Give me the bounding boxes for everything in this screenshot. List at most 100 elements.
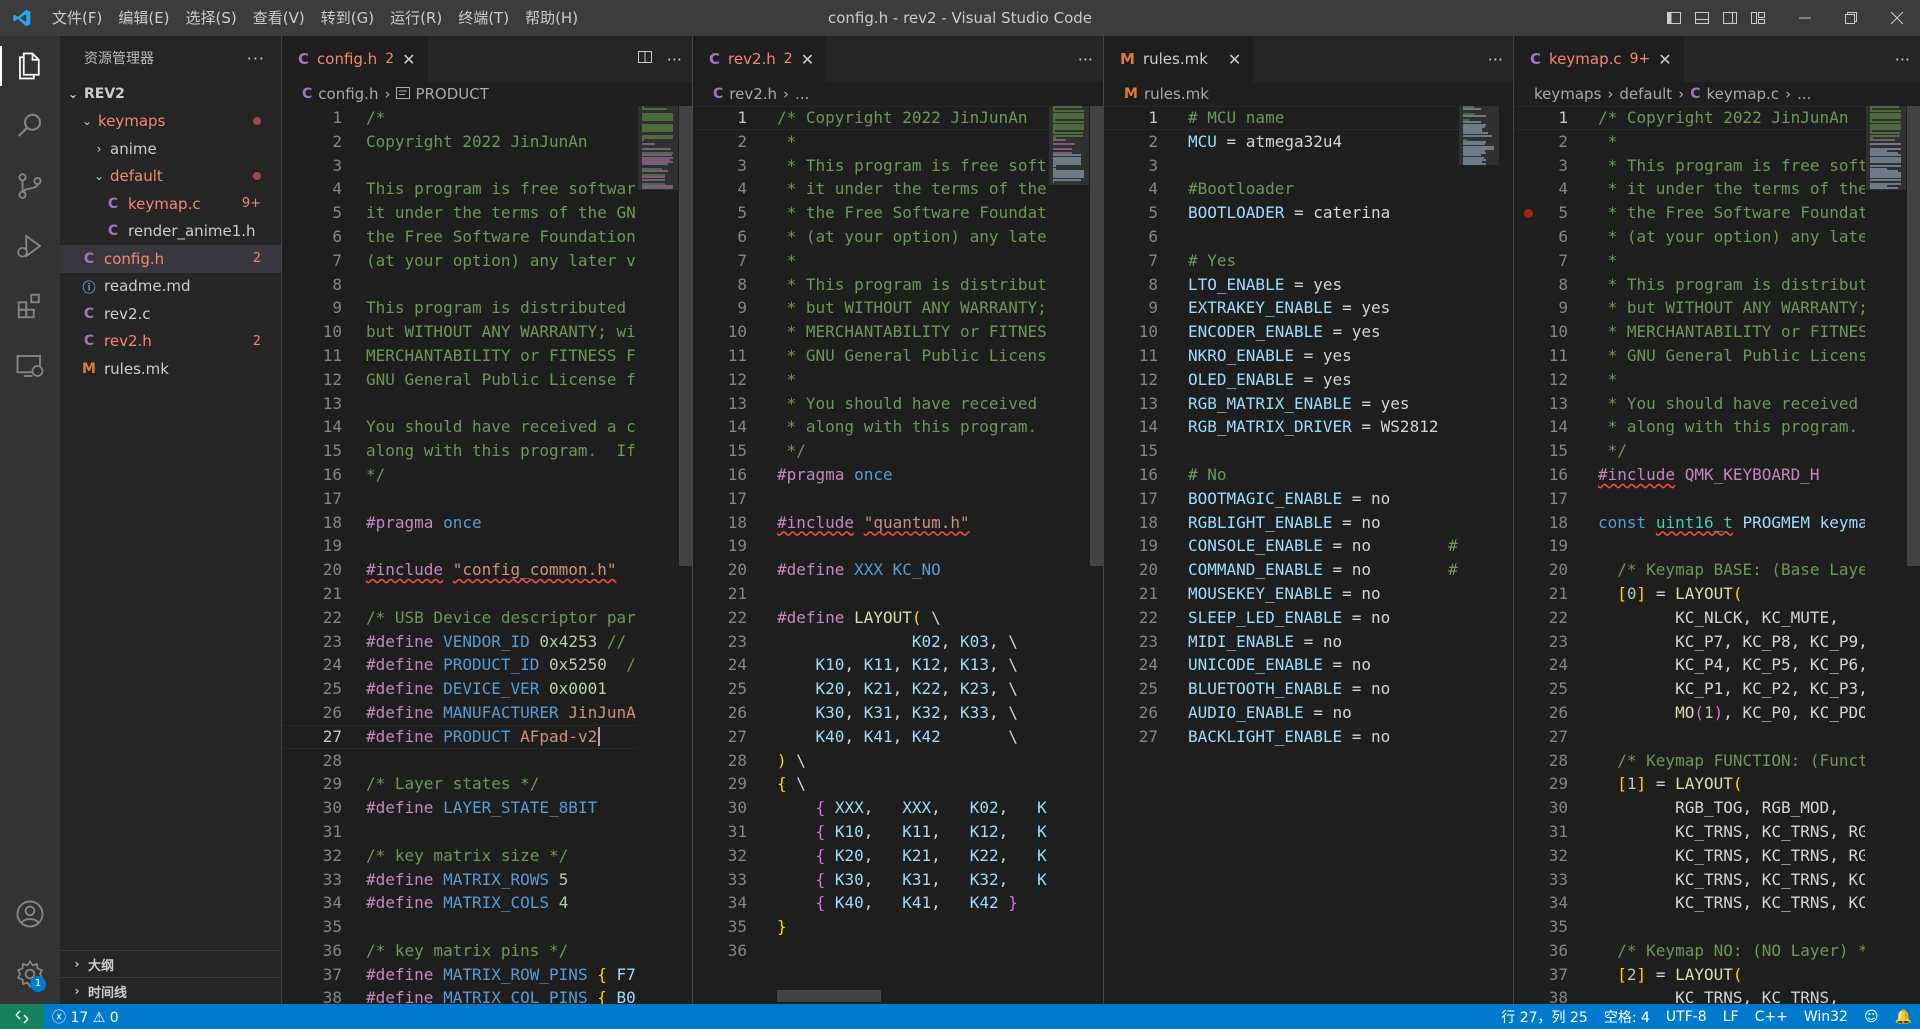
search-icon[interactable]	[0, 96, 60, 156]
line-number: 17	[322, 488, 342, 508]
tree-file[interactable]: Crev2.h 2	[60, 328, 281, 356]
breadcrumb-item[interactable]: ...	[795, 85, 809, 103]
breadcrumb-item[interactable]: default	[1619, 85, 1672, 103]
code-token: /* Copyright 2022 JinJunAn	[777, 108, 1028, 127]
editor-more-actions-icon[interactable]: ···	[1895, 50, 1910, 69]
code-token: #define	[366, 964, 434, 984]
close-tab-icon[interactable]: ✕	[801, 50, 814, 69]
breadcrumb-item[interactable]: ...	[1797, 85, 1811, 103]
encoding[interactable]: UTF-8	[1658, 1009, 1715, 1025]
scrollbar-thumb[interactable]	[1090, 106, 1103, 566]
minimap[interactable]	[1866, 106, 1906, 1004]
toggle-secondary-sidebar-icon[interactable]	[1716, 0, 1744, 36]
tree-file[interactable]: Ckeymap.c 9+	[60, 190, 281, 218]
code-token: ,	[998, 869, 1038, 889]
editor-more-actions-icon[interactable]: ···	[1488, 50, 1503, 69]
tree-file[interactable]: Mrules.mk	[60, 355, 281, 383]
menu-item[interactable]: 查看(V)	[245, 0, 313, 36]
scrollbar-thumb[interactable]	[1907, 106, 1920, 566]
code-line: 12 OLED_ENABLE = yes	[1104, 368, 1458, 392]
breadcrumb-item[interactable]: PRODUCT	[415, 85, 488, 103]
extensions-icon[interactable]	[0, 276, 60, 336]
explorer-icon[interactable]	[0, 36, 60, 96]
run-debug-icon[interactable]	[0, 216, 60, 276]
tree-file[interactable]: Crev2.c	[60, 300, 281, 328]
tab-config-h[interactable]: C config.h 2 ✕	[282, 36, 429, 82]
code-editor[interactable]: 1/* Copyright 2022 JinJunAn 2 * 3 * This p…	[1514, 106, 1865, 1004]
close-tab-icon[interactable]: ✕	[1228, 50, 1241, 69]
tree-folder[interactable]: ⌄ default	[60, 163, 281, 191]
breadcrumb-item[interactable]: config.h	[318, 85, 378, 103]
tree-file[interactable]: Crender_anime1.h	[60, 218, 281, 246]
tree-folder[interactable]: ⌄ keymaps	[60, 108, 281, 136]
code-editor[interactable]: 1 # MCU name 2 MCU = atmega32u4 3 4 #Bootloade…	[1104, 106, 1458, 1004]
tab-keymap-c[interactable]: C keymap.c 9+ ✕	[1514, 36, 1685, 82]
timeline-section[interactable]: › 时间线	[60, 977, 281, 1004]
menu-item[interactable]: 编辑(E)	[110, 0, 177, 36]
code-token: MATRIX_ROW_PINS	[443, 964, 588, 984]
tree-root-folder[interactable]: ⌄ REV2	[60, 80, 281, 108]
split-editor-icon[interactable]	[637, 49, 653, 69]
indentation[interactable]: 空格: 4	[1596, 1007, 1658, 1027]
line-number: 33	[322, 869, 342, 889]
line-number: 7	[737, 250, 747, 270]
vertical-scrollbar[interactable]	[679, 106, 692, 1004]
problems-indicator[interactable]: ⓧ 17 ⚠ 0	[44, 1007, 127, 1027]
menu-item[interactable]: 文件(F)	[44, 0, 110, 36]
tab-rules-mk[interactable]: M rules.mk ✕	[1104, 36, 1255, 82]
source-control-icon[interactable]	[0, 156, 60, 216]
minimize-icon[interactable]	[1782, 0, 1828, 36]
menu-item[interactable]: 终端(T)	[450, 0, 517, 36]
tree-folder[interactable]: › anime	[60, 135, 281, 163]
restore-icon[interactable]	[1828, 0, 1874, 36]
code-editor[interactable]: 1/* 2 Copyright 2022 JinJunAn 3 4 This progra…	[282, 106, 637, 1004]
minimap[interactable]	[1049, 106, 1089, 1004]
code-editor[interactable]: 1/* Copyright 2022 JinJunAn 2 * 3 * This p…	[693, 106, 1048, 1004]
tab-rev2-h[interactable]: C rev2.h 2 ✕	[693, 36, 828, 82]
outline-section[interactable]: › 大纲	[60, 950, 281, 977]
feedback-icon[interactable]: ☺	[1856, 1009, 1887, 1025]
menu-item[interactable]: 运行(R)	[382, 0, 450, 36]
code-token: ,	[844, 702, 864, 722]
explorer-more-actions-icon[interactable]: ···	[247, 49, 265, 68]
horizontal-scrollbar-thumb[interactable]	[777, 990, 881, 1002]
editor-more-actions-icon[interactable]: ···	[667, 50, 682, 69]
vertical-scrollbar[interactable]	[1907, 106, 1920, 1004]
minimap[interactable]	[1459, 106, 1499, 1004]
cursor-position[interactable]: 行 27，列 25	[1493, 1007, 1596, 1027]
breadcrumb-item[interactable]: rules.mk	[1144, 85, 1209, 103]
chevron-right-icon: ›	[74, 957, 80, 971]
end-of-line[interactable]: LF	[1715, 1009, 1747, 1025]
tree-file[interactable]: Cconfig.h 2	[60, 245, 281, 273]
toggle-primary-sidebar-icon[interactable]	[1660, 0, 1688, 36]
vertical-scrollbar[interactable]	[1500, 106, 1513, 1004]
c-cpp-configuration[interactable]: Win32	[1796, 1009, 1856, 1025]
tree-file[interactable]: ⓘ readme.md	[60, 273, 281, 301]
menu-item[interactable]: 帮助(H)	[517, 0, 586, 36]
code-token: ,	[931, 821, 970, 841]
remote-explorer-icon[interactable]	[0, 336, 60, 396]
settings-gear-icon[interactable]: 1	[0, 944, 60, 1004]
editor-more-actions-icon[interactable]: ···	[1078, 50, 1093, 69]
close-window-icon[interactable]	[1874, 0, 1920, 36]
customize-layout-icon[interactable]	[1744, 0, 1772, 36]
toggle-panel-icon[interactable]	[1688, 0, 1716, 36]
account-icon[interactable]	[0, 884, 60, 944]
close-tab-icon[interactable]: ✕	[1658, 50, 1671, 69]
breadcrumb-item[interactable]: keymaps	[1534, 85, 1601, 103]
menu-item[interactable]: 选择(S)	[178, 0, 245, 36]
language-mode[interactable]: C++	[1747, 1009, 1796, 1025]
scrollbar-thumb[interactable]	[679, 106, 692, 566]
close-tab-icon[interactable]: ✕	[402, 50, 415, 69]
menu-item[interactable]: 转到(G)	[313, 0, 382, 36]
breadcrumb-item[interactable]: keymap.c	[1706, 85, 1779, 103]
vertical-scrollbar[interactable]	[1090, 106, 1103, 1004]
minimap[interactable]	[638, 106, 678, 1004]
notifications-bell-icon[interactable]: 🔔	[1887, 1009, 1920, 1025]
remote-indicator-icon[interactable]	[0, 1004, 44, 1029]
breadcrumb-item[interactable]: rev2.h	[729, 85, 777, 103]
